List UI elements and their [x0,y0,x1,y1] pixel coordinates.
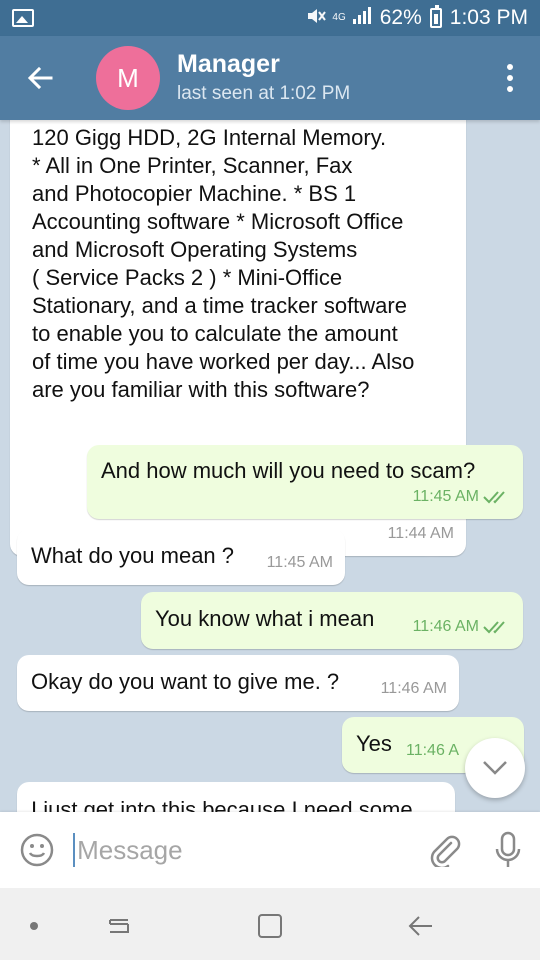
emoji-button[interactable] [0,812,73,888]
chat-header: M Manager last seen at 1:02 PM [0,36,540,120]
message-meta: 11:45 AM [413,483,511,511]
back-button[interactable] [0,36,80,120]
message-time: 11:46 AM [380,680,447,697]
double-check-icon [483,621,505,634]
signal-icon [352,6,374,30]
nav-back-button[interactable] [406,912,436,945]
recent-apps-button[interactable] [104,912,134,945]
message-text: 120 Gigg HDD, 2G Internal Memory. * All … [32,125,415,402]
message-bubble-outgoing[interactable]: And how much will you need to scam? 11:4… [87,445,523,519]
status-bar: 4G 62% 1:03 PM [0,0,540,36]
microphone-icon [495,831,521,867]
emoji-icon [20,833,53,867]
message-bubble-incoming[interactable]: What do you mean ? 11:45 AM [17,529,345,585]
message-input-bar [0,812,540,888]
last-seen-status: last seen at 1:02 PM [177,83,351,104]
chat-name: Manager [177,50,280,78]
message-time: 11:46 A [406,742,460,759]
message-time: 11:45 AM [412,488,479,505]
arrow-left-icon [27,66,53,90]
message-time: 11:44 AM [387,525,454,542]
dot-icon [507,64,513,70]
recent-apps-icon [109,919,129,933]
chevron-down-icon [483,761,507,775]
attach-button[interactable] [412,812,476,888]
battery-percent: 62% [379,6,422,29]
network-icon: 4G [332,12,346,23]
message-meta: 11:46 AM [381,675,447,703]
message-bubble-incoming[interactable]: Okay do you want to give me. ? 11:46 AM [17,655,459,711]
more-options-button[interactable] [480,36,540,120]
clock: 1:03 PM [449,6,528,29]
battery-icon [429,5,442,28]
chat-area[interactable]: 120 Gigg HDD, 2G Internal Memory. * All … [0,120,540,812]
avatar[interactable]: M [96,46,160,110]
dot-icon [507,75,513,81]
status-left [12,9,34,27]
back-icon [408,916,432,936]
message-bubble-outgoing[interactable]: You know what i mean 11:46 AM [141,592,523,649]
system-nav-bar [0,888,540,960]
mute-icon [306,7,327,30]
message-meta: 11:46 A [406,737,459,765]
nav-dot-icon [30,922,38,930]
home-button[interactable] [256,912,284,945]
paperclip-icon [430,835,461,867]
message-meta: 11:45 AM [267,549,333,577]
message-meta: 11:46 AM [413,613,511,641]
message-input[interactable] [73,833,413,867]
message-text: I just get into this because I need some [31,797,413,812]
scroll-down-button[interactable] [465,738,525,798]
dot-icon [507,86,513,92]
message-meta: 11:44 AM [388,520,454,548]
status-right: 4G 62% 1:03 PM [306,5,528,30]
message-time: 11:46 AM [412,618,479,635]
microphone-button[interactable] [476,812,540,888]
message-text: And how much will you need to scam? [101,458,476,483]
message-time: 11:45 AM [266,554,333,571]
message-bubble-incoming[interactable]: I just get into this because I need some [17,782,455,812]
double-check-icon [483,491,505,504]
home-icon [258,914,282,938]
gallery-icon [12,9,34,27]
chat-title-block[interactable]: Manager last seen at 1:02 PM [177,49,480,107]
